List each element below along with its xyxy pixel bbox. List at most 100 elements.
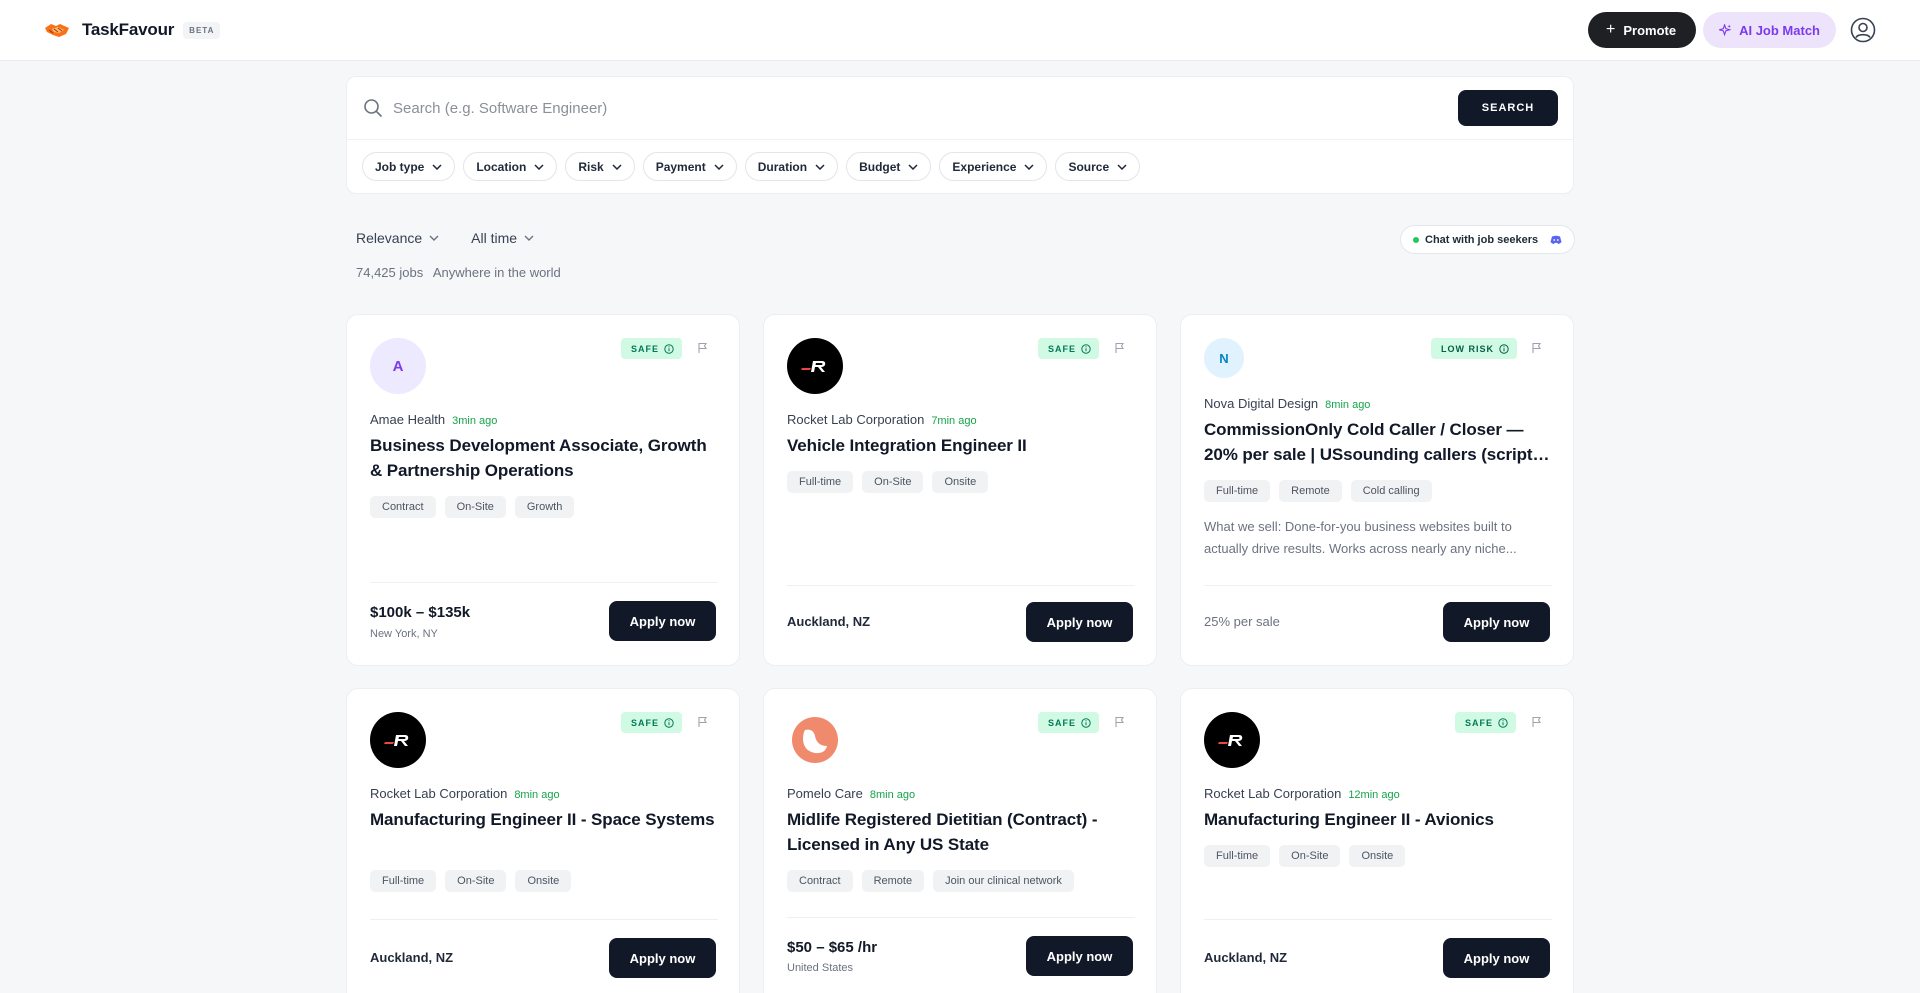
filter-bar: Job type Location Risk Payment Duration … — [347, 140, 1573, 181]
apply-now-button[interactable]: Apply now — [609, 601, 716, 641]
chat-with-job-seekers-button[interactable]: Chat with job seekers — [1400, 225, 1575, 254]
chevron-down-icon — [524, 235, 534, 241]
search-input[interactable] — [393, 99, 1458, 117]
risk-badge: SAFE — [1038, 338, 1100, 359]
posted-time: 8min ago — [514, 789, 560, 801]
search-icon — [364, 99, 382, 117]
company-line: Pomelo Care 8min ago — [787, 786, 915, 801]
company-name: Rocket Lab Corporation — [787, 412, 925, 427]
filter-label: Risk — [578, 159, 604, 174]
posted-time: 8min ago — [1325, 399, 1371, 411]
report-flag-icon[interactable] — [1114, 716, 1126, 728]
rocket-lab-logo-icon — [801, 361, 826, 372]
plus-icon: + — [1606, 21, 1616, 38]
company-avatar: A — [370, 338, 426, 394]
filter-budget[interactable]: Budget — [846, 152, 932, 181]
tag: Full-time — [1204, 480, 1271, 502]
job-card[interactable]: N LOW RISK Nova Digital Design 8min ago … — [1180, 314, 1574, 666]
sort-time-dropdown[interactable]: All time — [471, 230, 534, 246]
risk-badge: SAFE — [1455, 712, 1517, 733]
risk-badge-label: LOW RISK — [1441, 343, 1494, 354]
posted-time: 3min ago — [452, 415, 498, 427]
beta-badge: BETA — [183, 21, 221, 39]
sort-relevance-dropdown[interactable]: Relevance — [356, 230, 439, 246]
promote-button[interactable]: + Promote — [1588, 12, 1697, 48]
chevron-down-icon — [612, 163, 622, 170]
job-title[interactable]: Manufacturing Engineer II - Space System… — [370, 807, 722, 832]
info-icon — [1499, 343, 1509, 354]
filter-location[interactable]: Location — [463, 152, 558, 181]
chevron-down-icon — [429, 235, 439, 241]
company-logo — [370, 712, 426, 768]
report-flag-icon[interactable] — [1531, 716, 1543, 728]
job-title[interactable]: CommissionOnly Cold Caller / Closer — 20… — [1204, 417, 1556, 467]
posted-time: 7min ago — [931, 415, 977, 427]
divider — [787, 585, 1135, 586]
filter-label: Duration — [757, 159, 808, 174]
company-line: Rocket Lab Corporation 12min ago — [1204, 786, 1400, 801]
job-card[interactable]: SAFE Rocket Lab Corporation 8min ago Man… — [346, 688, 740, 993]
salary: $50 – $65 /hr — [787, 939, 878, 956]
company-logo — [787, 338, 843, 394]
info-icon — [1081, 717, 1091, 728]
search-button[interactable]: SEARCH — [1458, 90, 1558, 126]
report-flag-icon[interactable] — [1114, 342, 1126, 354]
company-avatar: N — [1204, 338, 1244, 378]
job-card[interactable]: SAFE Rocket Lab Corporation 7min ago Veh… — [763, 314, 1157, 666]
apply-now-button[interactable]: Apply now — [1026, 602, 1133, 642]
divider — [1204, 919, 1552, 920]
job-title[interactable]: Vehicle Integration Engineer II — [787, 433, 1139, 458]
chevron-down-icon — [534, 163, 544, 170]
job-card[interactable]: SAFE Rocket Lab Corporation 12min ago Ma… — [1180, 688, 1574, 993]
job-title[interactable]: Midlife Registered Dietitian (Contract) … — [787, 807, 1139, 857]
tag: Remote — [861, 870, 925, 892]
company-name: Rocket Lab Corporation — [1204, 786, 1342, 801]
risk-badge-label: SAFE — [1048, 717, 1077, 728]
ai-job-match-button[interactable]: AI Job Match — [1703, 12, 1836, 48]
results-summary: 74,425 jobs Anywhere in the world — [356, 265, 561, 280]
brand-name: TaskFavour — [82, 20, 175, 39]
filter-experience[interactable]: Experience — [939, 152, 1048, 181]
brand[interactable]: TaskFavour BETA — [44, 20, 221, 40]
filter-job-type[interactable]: Job type — [362, 152, 456, 181]
results-count: 74,425 jobs — [356, 265, 424, 280]
apply-now-button[interactable]: Apply now — [1026, 936, 1133, 976]
chevron-down-icon — [815, 163, 825, 170]
posted-time: 12min ago — [1348, 789, 1400, 801]
info-icon — [1081, 343, 1091, 354]
tag: Growth — [514, 496, 575, 518]
tag: Onsite — [1349, 845, 1406, 867]
info-icon — [1498, 717, 1508, 728]
report-flag-icon[interactable] — [697, 342, 709, 354]
online-status-dot — [1413, 236, 1419, 243]
company-line: Rocket Lab Corporation 8min ago — [370, 786, 560, 801]
account-button[interactable] — [1850, 17, 1876, 43]
job-description: What we sell: Done-for-you business webs… — [1204, 519, 1517, 556]
report-flag-icon[interactable] — [1531, 342, 1543, 354]
job-card[interactable]: SAFE Pomelo Care 8min ago Midlife Regist… — [763, 688, 1157, 993]
job-title[interactable]: Business Development Associate, Growth &… — [370, 433, 722, 483]
promote-label: Promote — [1623, 22, 1677, 38]
apply-now-button[interactable]: Apply now — [1443, 938, 1550, 978]
job-card[interactable]: A SAFE Amae Health 3min ago Business Dev… — [346, 314, 740, 666]
job-title[interactable]: Manufacturing Engineer II - Avionics — [1204, 807, 1556, 832]
tag-list: Contract On-Site Growth — [370, 496, 583, 518]
filter-source[interactable]: Source — [1055, 152, 1141, 181]
chevron-down-icon — [1117, 163, 1127, 170]
filter-duration[interactable]: Duration — [744, 152, 839, 181]
company-logo — [1204, 712, 1260, 768]
tag: Onsite — [515, 870, 572, 892]
filter-label: Source — [1068, 159, 1110, 174]
apply-now-button[interactable]: Apply now — [609, 938, 716, 978]
rocket-lab-logo-icon — [384, 735, 409, 746]
risk-badge: LOW RISK — [1431, 338, 1517, 359]
filter-payment[interactable]: Payment — [642, 152, 737, 181]
company-name: Pomelo Care — [787, 786, 863, 801]
tag: On-Site — [445, 870, 507, 892]
tag: Full-time — [787, 471, 854, 493]
apply-now-button[interactable]: Apply now — [1443, 602, 1550, 642]
report-flag-icon[interactable] — [697, 716, 709, 728]
chevron-down-icon — [714, 163, 724, 170]
risk-badge: SAFE — [621, 338, 683, 359]
filter-risk[interactable]: Risk — [565, 152, 635, 181]
